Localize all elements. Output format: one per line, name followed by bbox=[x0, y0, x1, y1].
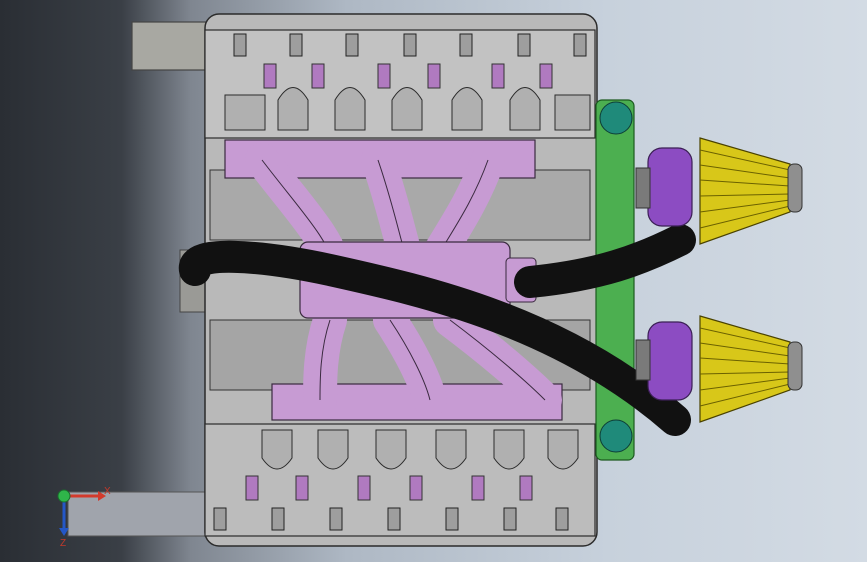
upper-throttle-body bbox=[635, 147, 693, 227]
reference-triad: X Z bbox=[57, 486, 111, 549]
upper-pulley bbox=[599, 101, 633, 135]
lower-air-filter bbox=[699, 315, 803, 423]
z-axis-arrowhead bbox=[59, 528, 69, 536]
upper-air-filter bbox=[699, 137, 803, 245]
y-axis-dot bbox=[57, 489, 71, 503]
engine-model[interactable] bbox=[0, 0, 867, 562]
cad-viewport[interactable]: X Z bbox=[0, 0, 867, 562]
z-axis-label: Z bbox=[60, 538, 66, 549]
x-axis-label: X bbox=[104, 486, 111, 497]
lower-pulley bbox=[599, 419, 633, 453]
